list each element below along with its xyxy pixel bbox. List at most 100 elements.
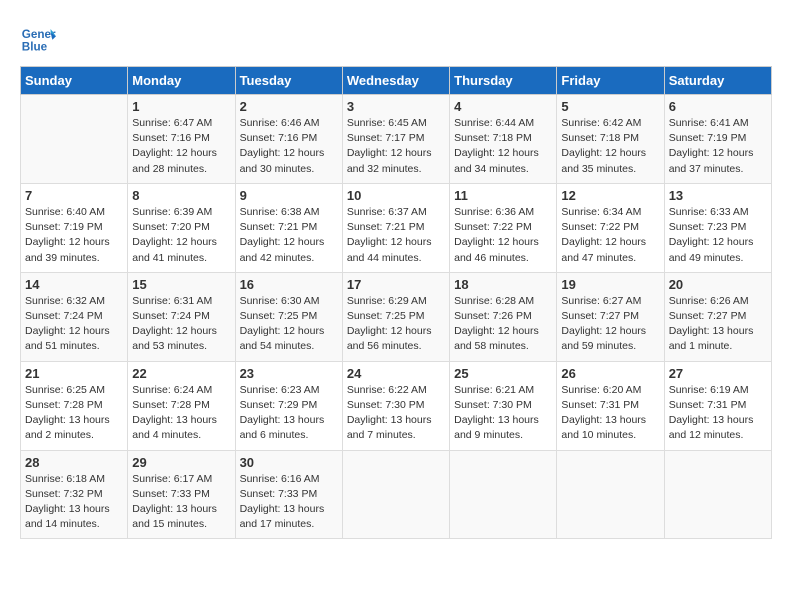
calendar-cell: 27 Sunrise: 6:19 AM Sunset: 7:31 PM Dayli… [664, 361, 771, 450]
day-info: Sunrise: 6:21 AM Sunset: 7:30 PM Dayligh… [454, 383, 552, 444]
calendar-cell [342, 450, 449, 539]
day-number: 14 [25, 277, 123, 292]
calendar-cell: 6 Sunrise: 6:41 AM Sunset: 7:19 PM Daylig… [664, 95, 771, 184]
day-info: Sunrise: 6:47 AM Sunset: 7:16 PM Dayligh… [132, 116, 230, 177]
day-number: 8 [132, 188, 230, 203]
calendar-cell [557, 450, 664, 539]
day-info: Sunrise: 6:41 AM Sunset: 7:19 PM Dayligh… [669, 116, 767, 177]
calendar-table: SundayMondayTuesdayWednesdayThursdayFrid… [20, 66, 772, 539]
day-number: 26 [561, 366, 659, 381]
calendar-week-row: 14 Sunrise: 6:32 AM Sunset: 7:24 PM Dayli… [21, 272, 772, 361]
calendar-cell: 17Sunrise: 6:29 AM Sunset: 7:25 PM Dayli… [342, 272, 449, 361]
calendar-cell [450, 450, 557, 539]
day-info: Sunrise: 6:31 AM Sunset: 7:24 PM Dayligh… [132, 294, 230, 355]
calendar-cell: 16 Sunrise: 6:30 AM Sunset: 7:25 PM Dayli… [235, 272, 342, 361]
calendar-cell: 26 Sunrise: 6:20 AM Sunset: 7:31 PM Dayli… [557, 361, 664, 450]
weekday-header: Monday [128, 67, 235, 95]
calendar-cell: 30 Sunrise: 6:16 AM Sunset: 7:33 PM Dayli… [235, 450, 342, 539]
day-info: Sunrise: 6:27 AM Sunset: 7:27 PM Dayligh… [561, 294, 659, 355]
day-number: 20 [669, 277, 767, 292]
day-info: Sunrise: 6:36 AM Sunset: 7:22 PM Dayligh… [454, 205, 552, 266]
weekday-header: Saturday [664, 67, 771, 95]
day-info: Sunrise: 6:44 AM Sunset: 7:18 PM Dayligh… [454, 116, 552, 177]
day-info: Sunrise: 6:38 AM Sunset: 7:21 PM Dayligh… [240, 205, 338, 266]
calendar-cell: 24 Sunrise: 6:22 AM Sunset: 7:30 PM Dayli… [342, 361, 449, 450]
day-number: 4 [454, 99, 552, 114]
calendar-cell: 3 Sunrise: 6:45 AM Sunset: 7:17 PM Daylig… [342, 95, 449, 184]
day-info: Sunrise: 6:19 AM Sunset: 7:31 PM Dayligh… [669, 383, 767, 444]
day-info: Sunrise: 6:23 AM Sunset: 7:29 PM Dayligh… [240, 383, 338, 444]
calendar-cell: 12 Sunrise: 6:34 AM Sunset: 7:22 PM Dayli… [557, 183, 664, 272]
calendar-week-row: 7Sunrise: 6:40 AM Sunset: 7:19 PM Daylig… [21, 183, 772, 272]
day-info: Sunrise: 6:24 AM Sunset: 7:28 PM Dayligh… [132, 383, 230, 444]
day-info: Sunrise: 6:33 AM Sunset: 7:23 PM Dayligh… [669, 205, 767, 266]
day-number: 1 [132, 99, 230, 114]
day-info: Sunrise: 6:42 AM Sunset: 7:18 PM Dayligh… [561, 116, 659, 177]
calendar-cell [664, 450, 771, 539]
calendar-cell: 2Sunrise: 6:46 AM Sunset: 7:16 PM Daylig… [235, 95, 342, 184]
calendar-cell: 4 Sunrise: 6:44 AM Sunset: 7:18 PM Daylig… [450, 95, 557, 184]
day-info: Sunrise: 6:34 AM Sunset: 7:22 PM Dayligh… [561, 205, 659, 266]
day-info: Sunrise: 6:29 AM Sunset: 7:25 PM Dayligh… [347, 294, 445, 355]
day-info: Sunrise: 6:22 AM Sunset: 7:30 PM Dayligh… [347, 383, 445, 444]
day-number: 30 [240, 455, 338, 470]
calendar-cell: 11 Sunrise: 6:36 AM Sunset: 7:22 PM Dayli… [450, 183, 557, 272]
calendar-cell [21, 95, 128, 184]
day-info: Sunrise: 6:45 AM Sunset: 7:17 PM Dayligh… [347, 116, 445, 177]
calendar-cell: 18Sunrise: 6:28 AM Sunset: 7:26 PM Dayli… [450, 272, 557, 361]
day-number: 24 [347, 366, 445, 381]
day-number: 23 [240, 366, 338, 381]
calendar-cell: 21Sunrise: 6:25 AM Sunset: 7:28 PM Dayli… [21, 361, 128, 450]
day-number: 19 [561, 277, 659, 292]
day-number: 29 [132, 455, 230, 470]
day-info: Sunrise: 6:37 AM Sunset: 7:21 PM Dayligh… [347, 205, 445, 266]
weekday-header: Sunday [21, 67, 128, 95]
calendar-cell: 13 Sunrise: 6:33 AM Sunset: 7:23 PM Dayli… [664, 183, 771, 272]
calendar-week-row: 28 Sunrise: 6:18 AM Sunset: 7:32 PM Dayli… [21, 450, 772, 539]
day-info: Sunrise: 6:25 AM Sunset: 7:28 PM Dayligh… [25, 383, 123, 444]
day-info: Sunrise: 6:20 AM Sunset: 7:31 PM Dayligh… [561, 383, 659, 444]
day-info: Sunrise: 6:16 AM Sunset: 7:33 PM Dayligh… [240, 472, 338, 533]
calendar-cell: 5 Sunrise: 6:42 AM Sunset: 7:18 PM Daylig… [557, 95, 664, 184]
day-number: 25 [454, 366, 552, 381]
weekday-header: Tuesday [235, 67, 342, 95]
day-info: Sunrise: 6:40 AM Sunset: 7:19 PM Dayligh… [25, 205, 123, 266]
day-number: 2 [240, 99, 338, 114]
calendar-cell: 23 Sunrise: 6:23 AM Sunset: 7:29 PM Dayli… [235, 361, 342, 450]
calendar-cell: 19 Sunrise: 6:27 AM Sunset: 7:27 PM Dayli… [557, 272, 664, 361]
calendar-cell: 9 Sunrise: 6:38 AM Sunset: 7:21 PM Daylig… [235, 183, 342, 272]
page-header: General Blue [20, 20, 772, 56]
calendar-cell: 7Sunrise: 6:40 AM Sunset: 7:19 PM Daylig… [21, 183, 128, 272]
calendar-cell: 25 Sunrise: 6:21 AM Sunset: 7:30 PM Dayli… [450, 361, 557, 450]
day-number: 22 [132, 366, 230, 381]
day-number: 15 [132, 277, 230, 292]
calendar-cell: 29Sunrise: 6:17 AM Sunset: 7:33 PM Dayli… [128, 450, 235, 539]
day-number: 27 [669, 366, 767, 381]
weekday-header-row: SundayMondayTuesdayWednesdayThursdayFrid… [21, 67, 772, 95]
weekday-header: Thursday [450, 67, 557, 95]
day-info: Sunrise: 6:39 AM Sunset: 7:20 PM Dayligh… [132, 205, 230, 266]
day-number: 3 [347, 99, 445, 114]
calendar-cell: 10Sunrise: 6:37 AM Sunset: 7:21 PM Dayli… [342, 183, 449, 272]
day-number: 11 [454, 188, 552, 203]
day-info: Sunrise: 6:32 AM Sunset: 7:24 PM Dayligh… [25, 294, 123, 355]
logo-icon: General Blue [20, 20, 56, 56]
logo: General Blue [20, 20, 56, 56]
day-info: Sunrise: 6:18 AM Sunset: 7:32 PM Dayligh… [25, 472, 123, 533]
day-number: 28 [25, 455, 123, 470]
calendar-cell: 1 Sunrise: 6:47 AM Sunset: 7:16 PM Daylig… [128, 95, 235, 184]
weekday-header: Wednesday [342, 67, 449, 95]
day-number: 16 [240, 277, 338, 292]
day-number: 5 [561, 99, 659, 114]
weekday-header: Friday [557, 67, 664, 95]
day-number: 9 [240, 188, 338, 203]
calendar-cell: 20Sunrise: 6:26 AM Sunset: 7:27 PM Dayli… [664, 272, 771, 361]
svg-text:Blue: Blue [22, 41, 48, 54]
calendar-week-row: 21Sunrise: 6:25 AM Sunset: 7:28 PM Dayli… [21, 361, 772, 450]
day-info: Sunrise: 6:28 AM Sunset: 7:26 PM Dayligh… [454, 294, 552, 355]
day-number: 13 [669, 188, 767, 203]
day-info: Sunrise: 6:30 AM Sunset: 7:25 PM Dayligh… [240, 294, 338, 355]
day-number: 12 [561, 188, 659, 203]
calendar-cell: 8 Sunrise: 6:39 AM Sunset: 7:20 PM Daylig… [128, 183, 235, 272]
day-number: 6 [669, 99, 767, 114]
